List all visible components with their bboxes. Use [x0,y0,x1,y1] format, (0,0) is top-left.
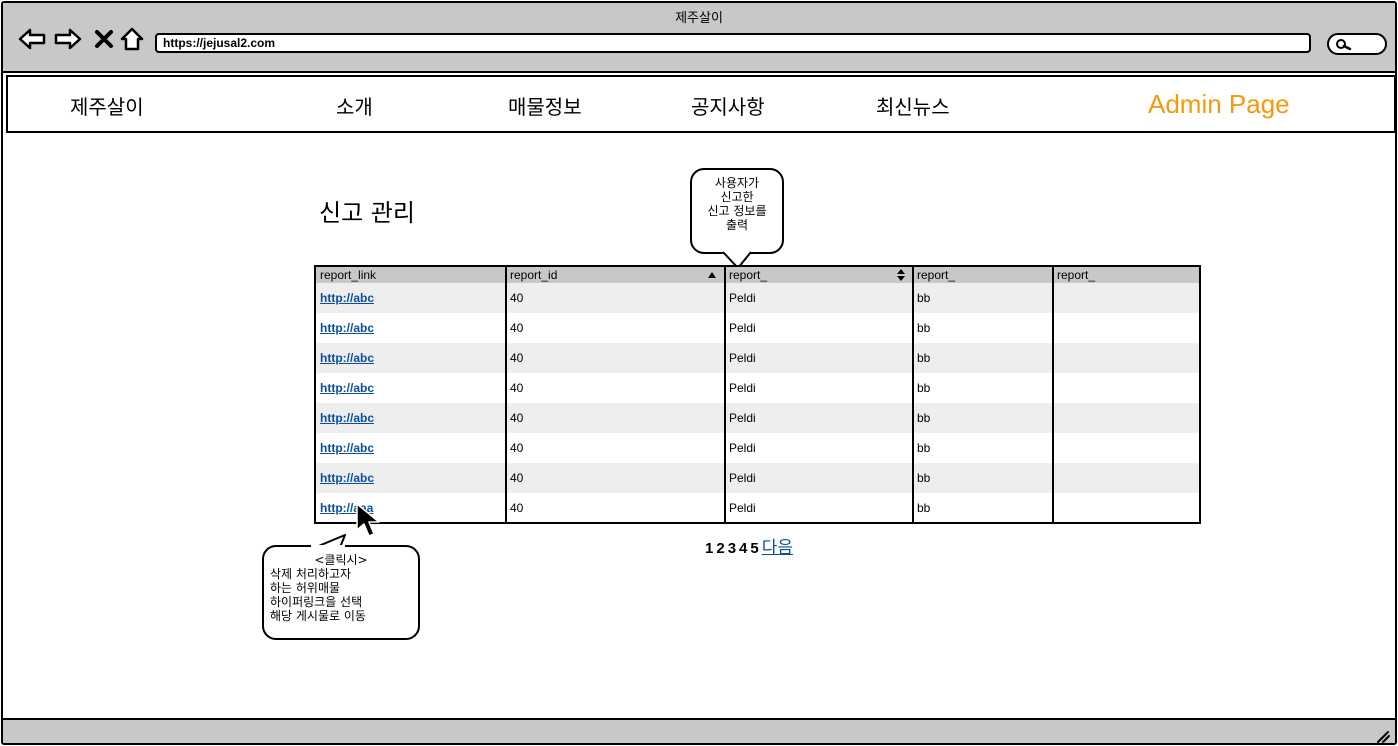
table-row: http://abc 40 Peldi bb [316,403,1199,433]
page-link-5[interactable]: 5 [750,540,758,557]
close-x-icon[interactable] [89,25,119,53]
site-menu-bar: 제주살이 소개 매물정보 공지사항 최신뉴스 Admin Page [6,75,1395,133]
report-link[interactable]: http://abc [316,433,506,463]
column-header-report-link[interactable]: report_link [316,267,506,283]
cell-report-5 [1053,493,1199,523]
column-divider [912,267,914,522]
report-link[interactable]: http://abc [316,403,506,433]
cell-report-4: bb [917,291,931,305]
cell-report-5 [1053,283,1199,313]
window-title: 제주살이 [675,11,723,26]
report-link[interactable]: http://abc [316,343,506,373]
table-row: http://abc 40 Peldi bb [316,283,1199,313]
cell-report-5 [1053,343,1199,373]
cell-report-5 [1053,313,1199,343]
cell-report-id: 40 [510,441,524,455]
menu-item-listings[interactable]: 매물정보 [508,91,582,120]
cell-report-5 [1053,463,1199,493]
page-link-3[interactable]: 3 [728,540,736,557]
callout-click-hint: <클릭시> 삭제 처리하고자 하는 허위매물 하이퍼링크을 선택 해당 게시물로… [262,545,420,640]
table-header: report_link report_id report_ report_ re… [316,267,1199,283]
cell-report-4: bb [917,441,931,455]
cell-report-id: 40 [510,321,524,335]
cell-report-5 [1053,433,1199,463]
callout-click-hint-line-5: 해당 게시물로 이동 [270,609,366,623]
report-link[interactable]: http://abc [316,463,506,493]
column-divider [724,267,726,522]
cell-report-3: Peldi [729,441,756,455]
cell-report-id: 40 [510,291,524,305]
cell-report-4: bb [917,351,931,365]
column-header-report-id[interactable]: report_id [506,267,725,283]
column-divider [1052,267,1054,522]
callout-click-hint-line-2: 삭제 처리하고자 [270,567,352,581]
cell-report-3: Peldi [729,381,756,395]
table-row: http://abc 40 Peldi bb [316,343,1199,373]
sort-ascending-icon[interactable] [707,271,717,279]
page-link-1[interactable]: 1 [705,540,713,557]
column-header-report-3[interactable]: report_ [725,267,913,283]
cell-report-id: 40 [510,381,524,395]
forward-arrow-icon[interactable] [53,25,83,53]
cell-report-3: Peldi [729,471,756,485]
cell-report-4: bb [917,501,931,515]
report-link[interactable]: http://abc [316,373,506,403]
page-link-4[interactable]: 4 [739,540,747,557]
cell-report-5 [1053,373,1199,403]
cell-report-3: Peldi [729,321,756,335]
menu-brand[interactable]: 제주살이 [70,91,144,120]
sort-both-icon[interactable] [896,268,906,282]
menu-item-admin-page[interactable]: Admin Page [1148,89,1290,120]
report-table: report_link report_id report_ report_ re… [314,265,1201,524]
pagination: 1 2 3 4 5 다음 [705,533,793,558]
callout-click-hint-line-4: 하이퍼링크을 선택 [270,595,363,609]
column-header-report-5[interactable]: report_ [1053,267,1199,283]
column-divider [505,267,507,522]
cell-report-3: Peldi [729,501,756,515]
cell-report-3: Peldi [729,411,756,425]
page-title: 신고 관리 [319,199,415,227]
cell-report-id: 40 [510,411,524,425]
menu-item-news[interactable]: 최신뉴스 [876,91,950,120]
mouse-pointer-icon [356,503,380,537]
callout-joint [311,545,345,548]
next-page-link[interactable]: 다음 [762,538,793,557]
cell-report-3: Peldi [729,351,756,365]
report-link[interactable]: http://abc [316,313,506,343]
table-row: http://abc 40 Peldi bb [316,463,1199,493]
callout-report-info-text: 사용자가 신고한 신고 정보를 출력 [707,176,767,232]
cell-report-id: 40 [510,351,524,365]
callout-report-info: 사용자가 신고한 신고 정보를 출력 [690,168,784,254]
search-icon [1336,39,1352,51]
table-row: http://abc 40 Peldi bb [316,373,1199,403]
menu-item-intro[interactable]: 소개 [336,91,373,120]
report-link[interactable]: http://abc [316,283,506,313]
cell-report-4: bb [917,321,931,335]
browser-titlebar: 제주살이 https://jejusal2.com [3,3,1395,73]
menu-item-notices[interactable]: 공지사항 [691,91,765,120]
browser-statusbar [3,718,1395,743]
callout-click-hint-line-3: 하는 허위매물 [270,581,341,595]
cell-report-3: Peldi [729,291,756,305]
browser-window: 제주살이 https://jejusal2.com 제주살이 소개 매물정보 공… [1,1,1397,745]
table-row: http://abc 40 Peldi bb [316,433,1199,463]
table-row: http://abc 40 Peldi bb [316,313,1199,343]
page-link-2[interactable]: 2 [716,540,724,557]
table-row: http://aaa 40 Peldi bb [316,493,1199,523]
address-bar[interactable]: https://jejusal2.com [155,33,1311,53]
report-link[interactable]: http://aaa [316,493,506,523]
cell-report-4: bb [917,471,931,485]
cell-report-4: bb [917,411,931,425]
cell-report-id: 40 [510,471,524,485]
search-box[interactable] [1327,33,1387,55]
back-arrow-icon[interactable] [17,25,47,53]
cell-report-5 [1053,403,1199,433]
column-header-report-4[interactable]: report_ [913,267,1053,283]
cell-report-id: 40 [510,501,524,515]
resize-grip-icon[interactable] [1375,729,1391,743]
home-icon[interactable] [117,25,147,53]
callout-click-hint-line-1: <클릭시> [314,553,368,567]
cell-report-4: bb [917,381,931,395]
